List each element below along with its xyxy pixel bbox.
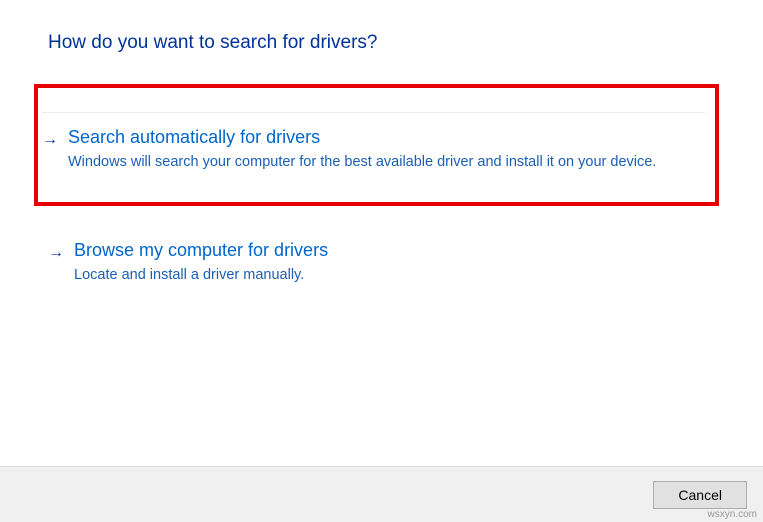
option-description: Locate and install a driver manually. — [74, 265, 715, 287]
arrow-right-icon: → — [42, 131, 58, 149]
dialog-footer: Cancel — [0, 466, 763, 522]
option-title: Search automatically for drivers — [68, 127, 705, 148]
page-title: How do you want to search for drivers? — [48, 32, 715, 54]
option-search-automatically[interactable]: → Search automatically for drivers Windo… — [42, 106, 705, 174]
option-title: Browse my computer for drivers — [74, 240, 715, 261]
watermark: wsxyn.com — [708, 509, 757, 520]
highlighted-option-box: → Search automatically for drivers Windo… — [34, 84, 719, 206]
arrow-right-icon: → — [48, 244, 64, 262]
option-browse-computer[interactable]: → Browse my computer for drivers Locate … — [48, 234, 715, 287]
option-description: Windows will search your computer for th… — [68, 152, 705, 174]
cancel-button[interactable]: Cancel — [653, 481, 747, 509]
